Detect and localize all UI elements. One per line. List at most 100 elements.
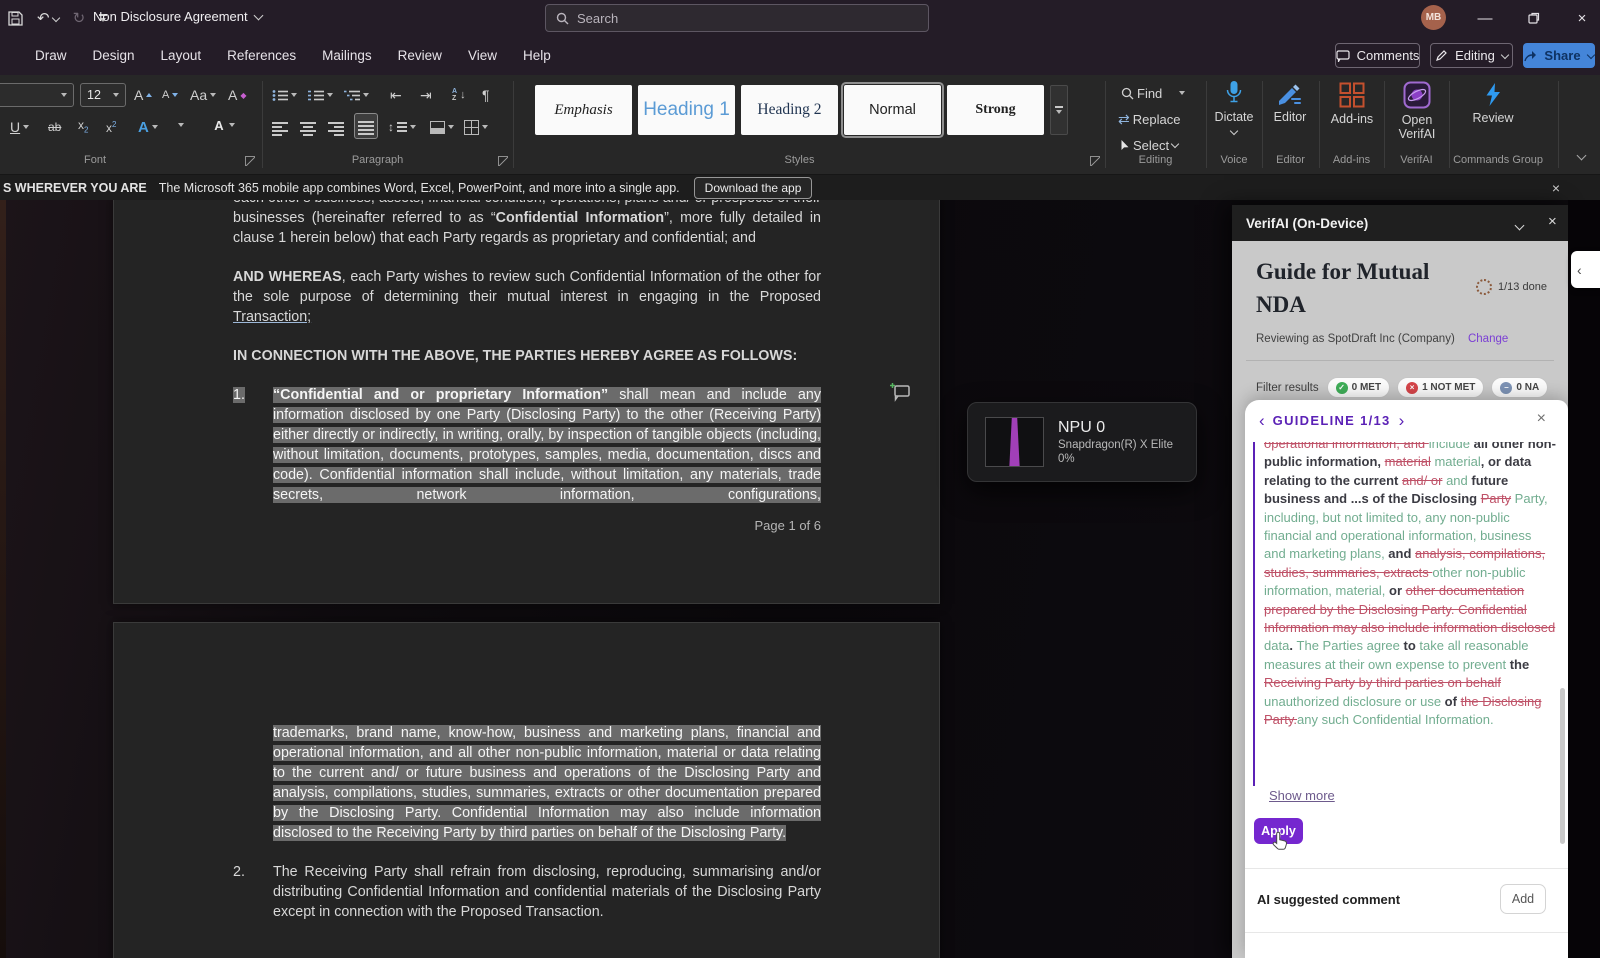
- dictate-label: Dictate: [1215, 110, 1254, 124]
- increase-indent-button[interactable]: ⇥: [420, 83, 432, 107]
- search-input[interactable]: Search: [545, 4, 929, 32]
- font-size-value: 12: [87, 88, 101, 102]
- restore-button[interactable]: [1512, 0, 1556, 36]
- font-color-button[interactable]: A: [212, 113, 235, 137]
- text-effects-button[interactable]: A: [138, 115, 158, 139]
- numbering-button[interactable]: [308, 83, 333, 107]
- multilevel-list-button[interactable]: [344, 83, 369, 107]
- document-page-2[interactable]: trademarks, brand name, know-how, busine…: [113, 622, 940, 958]
- comment-plus-icon: [889, 382, 911, 402]
- avatar[interactable]: MB: [1421, 5, 1446, 30]
- next-guideline-icon[interactable]: ›: [1399, 412, 1405, 429]
- tab-review[interactable]: Review: [385, 48, 455, 63]
- save-icon[interactable]: [8, 11, 23, 26]
- subscript-button[interactable]: x2: [78, 115, 88, 139]
- panel-close-icon[interactable]: ×: [1548, 213, 1557, 230]
- ribbon: 12 A A Aa A◆ U ab x2 x2 A A Font ⇤ ⇥ AZ↓…: [0, 75, 1600, 175]
- style-card-normal[interactable]: Normal: [844, 85, 941, 135]
- find-button[interactable]: Find: [1121, 81, 1185, 105]
- paragraph-dialog-launcher-icon[interactable]: [498, 156, 508, 166]
- add-comment-button[interactable]: [885, 378, 915, 406]
- styles-gallery: EmphasisHeading 1Heading 2NormalStrong: [535, 85, 1044, 135]
- change-link[interactable]: Change: [1468, 333, 1508, 345]
- justify-button[interactable]: [354, 113, 378, 139]
- download-app-button[interactable]: Download the app: [694, 177, 813, 199]
- diff-inserted-text: unauthorized disclosure or use: [1264, 694, 1445, 709]
- verifai-logo-icon: [1403, 81, 1431, 109]
- shading-icon: [430, 121, 445, 134]
- underline-button[interactable]: U: [10, 115, 29, 139]
- guideline-close-icon[interactable]: ×: [1537, 410, 1546, 428]
- grow-font-button[interactable]: A: [134, 83, 152, 107]
- tab-draw[interactable]: Draw: [22, 48, 80, 63]
- editing-mode-button[interactable]: Editing: [1430, 43, 1513, 68]
- line-spacing-button[interactable]: ↕: [388, 115, 416, 139]
- align-right-button[interactable]: [328, 115, 344, 139]
- show-more-link[interactable]: Show more: [1269, 788, 1335, 803]
- shading-button[interactable]: [430, 115, 454, 139]
- paragraph-gap: [233, 843, 821, 862]
- paragraph-gap: [233, 366, 821, 385]
- comments-button[interactable]: Comments: [1335, 43, 1420, 68]
- redo-icon[interactable]: ↻: [73, 11, 86, 26]
- bullets-button[interactable]: [272, 83, 297, 107]
- document-title[interactable]: Non Disclosure Agreement: [93, 9, 262, 24]
- diff-unchanged-text: or: [1389, 583, 1406, 598]
- styles-dialog-launcher-icon[interactable]: [1090, 156, 1100, 166]
- filter-pill-0-na[interactable]: –0 NA: [1491, 377, 1548, 398]
- superscript-button[interactable]: x2: [106, 115, 116, 139]
- redline-diff-block[interactable]: operational information, and include all…: [1253, 442, 1556, 786]
- diff-unchanged-text: and: [1388, 546, 1415, 561]
- panel-expand-tab[interactable]: ‹: [1571, 251, 1600, 288]
- font-name-combo[interactable]: [0, 83, 74, 107]
- styles-more-button[interactable]: [1050, 85, 1068, 135]
- change-case-button[interactable]: Aa: [190, 83, 216, 107]
- share-label: Share: [1544, 48, 1580, 63]
- previous-guideline-icon[interactable]: ‹: [1259, 412, 1265, 429]
- decrease-indent-button[interactable]: ⇤: [390, 83, 402, 107]
- panel-collapse-icon[interactable]: [1516, 216, 1523, 234]
- tab-mailings[interactable]: Mailings: [309, 48, 385, 63]
- align-left-button[interactable]: [272, 115, 288, 139]
- tab-references[interactable]: References: [214, 48, 309, 63]
- style-card-heading-2[interactable]: Heading 2: [741, 85, 838, 135]
- notification-close-icon[interactable]: ×: [1552, 180, 1560, 196]
- dictate-button[interactable]: Dictate: [1210, 80, 1258, 134]
- voice-group-label: Voice: [1206, 154, 1262, 166]
- strikethrough-button[interactable]: ab: [48, 115, 61, 139]
- align-center-button[interactable]: [300, 115, 316, 139]
- filter-pill-1-not-met[interactable]: ×1 NOT MET: [1397, 377, 1484, 398]
- tab-view[interactable]: View: [455, 48, 510, 63]
- comments-icon: [1336, 50, 1350, 62]
- replace-button[interactable]: ⇄Replace: [1118, 107, 1180, 131]
- tab-help[interactable]: Help: [510, 48, 564, 63]
- collapse-ribbon-icon[interactable]: [1577, 151, 1587, 161]
- style-card-strong[interactable]: Strong: [947, 85, 1044, 135]
- panel-scrollbar[interactable]: [1560, 688, 1565, 844]
- style-card-heading-1[interactable]: Heading 1: [638, 85, 735, 135]
- addins-button[interactable]: Add-ins: [1322, 82, 1382, 126]
- shrink-font-button[interactable]: A: [162, 83, 178, 107]
- guide-progress: 1/13 done: [1476, 279, 1547, 295]
- font-size-combo[interactable]: 12: [80, 83, 126, 107]
- open-verifai-button[interactable]: Open VerifAI: [1386, 81, 1448, 142]
- add-comment-button[interactable]: Add: [1500, 884, 1546, 914]
- tab-layout[interactable]: Layout: [148, 48, 215, 63]
- share-button[interactable]: Share: [1523, 43, 1595, 68]
- style-card-emphasis[interactable]: Emphasis: [535, 85, 632, 135]
- font-dialog-launcher-icon[interactable]: [245, 156, 255, 166]
- borders-button[interactable]: [464, 115, 488, 139]
- minimize-button[interactable]: —: [1463, 0, 1507, 36]
- clear-formatting-button[interactable]: A◆: [228, 83, 247, 107]
- sort-button[interactable]: AZ↓: [452, 83, 466, 107]
- show-paragraph-marks-button[interactable]: ¶: [482, 83, 490, 107]
- undo-button[interactable]: ↶: [37, 11, 59, 26]
- close-button[interactable]: ×: [1560, 0, 1600, 36]
- filter-pill-0-met[interactable]: ✓0 MET: [1327, 377, 1390, 398]
- review-command-button[interactable]: Review: [1458, 82, 1528, 125]
- editor-button[interactable]: Editor: [1264, 82, 1316, 124]
- highlight-color-button[interactable]: [172, 113, 184, 137]
- document-page-1[interactable]: each other's business, assets, financial…: [113, 200, 940, 604]
- check-icon: ✓: [1336, 382, 1348, 394]
- tab-design[interactable]: Design: [80, 48, 148, 63]
